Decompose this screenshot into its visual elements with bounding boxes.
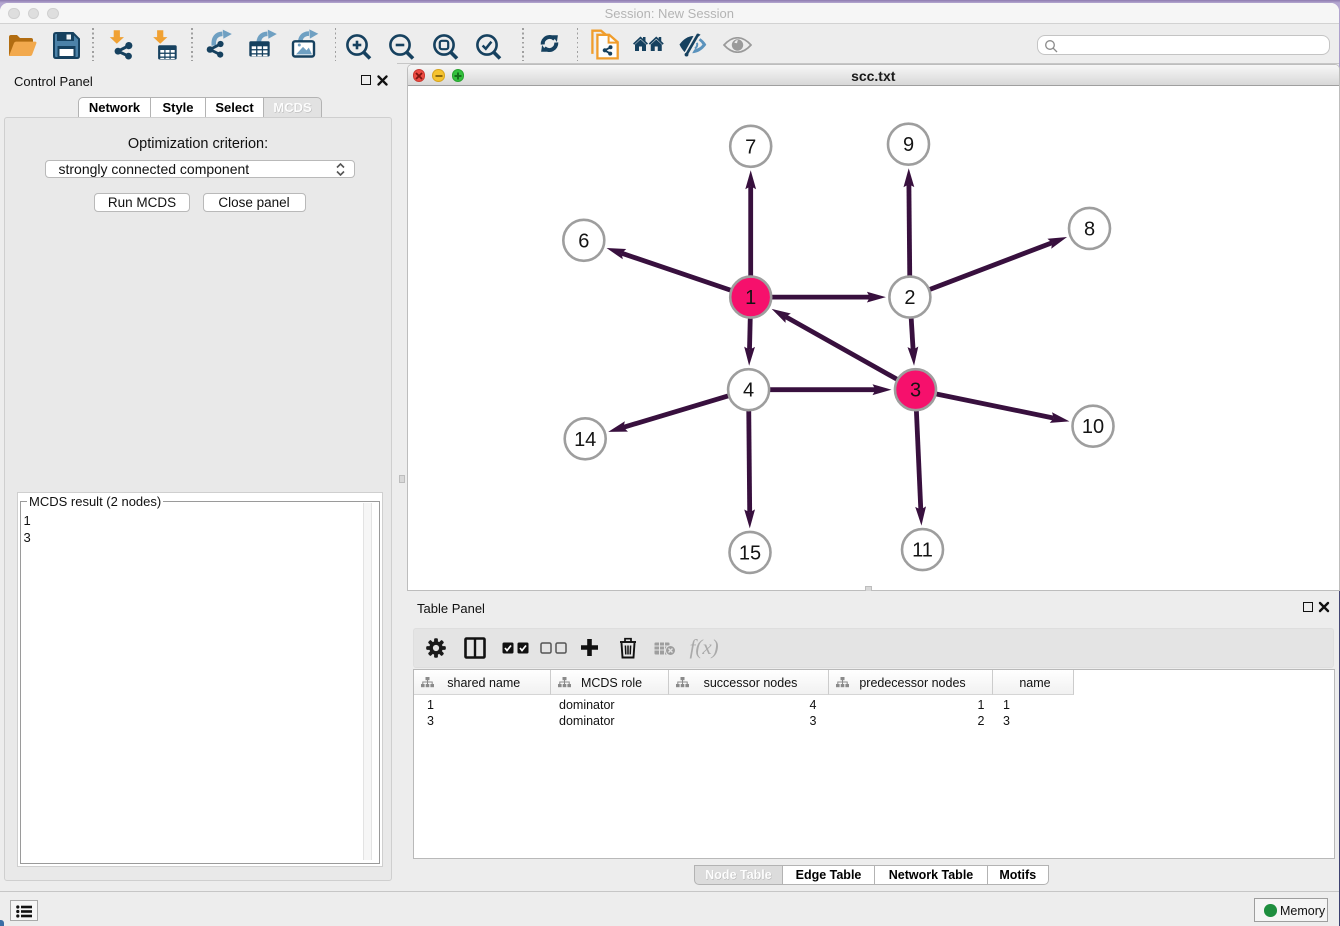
svg-text:14: 14 [574,429,596,451]
svg-text:3: 3 [910,380,921,402]
svg-text:11: 11 [912,540,933,562]
svg-text:6: 6 [578,230,589,252]
svg-text:15: 15 [739,542,761,564]
svg-text:1: 1 [745,287,756,309]
svg-text:10: 10 [1082,416,1104,438]
svg-text:7: 7 [745,136,756,158]
svg-text:9: 9 [903,134,914,156]
svg-text:8: 8 [1084,218,1095,240]
svg-text:4: 4 [743,380,754,402]
svg-text:2: 2 [904,287,915,309]
